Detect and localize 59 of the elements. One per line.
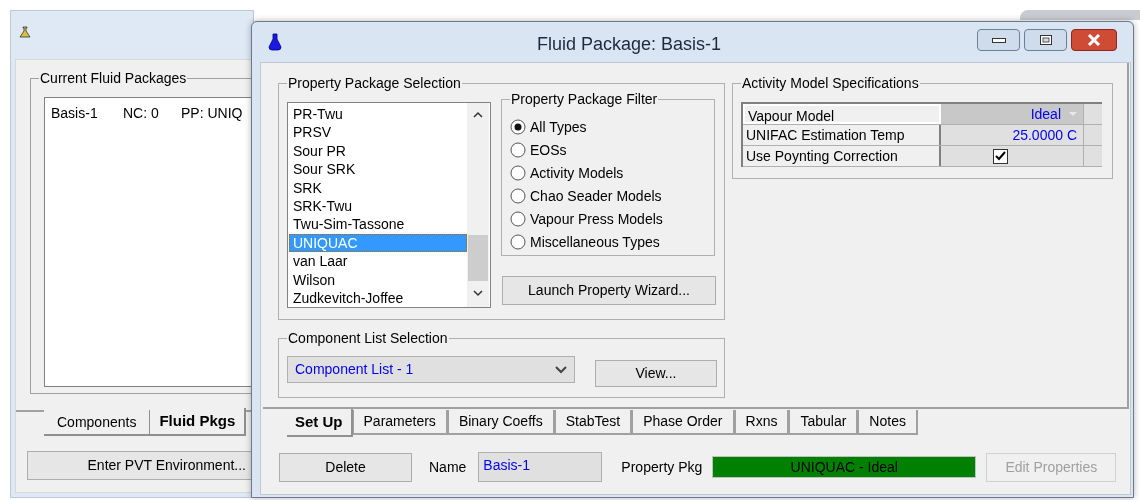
close-icon bbox=[1087, 34, 1101, 46]
window-title: Fluid Package: Basis-1 bbox=[537, 33, 722, 56]
tab[interactable]: Tabular bbox=[789, 410, 859, 435]
enter-pvt-environment-button[interactable]: Enter PVT Environment... bbox=[27, 451, 253, 480]
tab[interactable]: Components bbox=[44, 410, 151, 436]
list-cell-text: PP: UNIQ bbox=[181, 104, 244, 123]
list-cell-text: NC: 0 bbox=[123, 104, 160, 123]
caret-icon bbox=[1069, 112, 1077, 116]
tab[interactable]: Fluid Pkgs bbox=[150, 408, 247, 436]
maximize-icon bbox=[1039, 35, 1052, 45]
list-cell-text: Basis-1 bbox=[51, 104, 99, 123]
property-pkg-field: UNIQUAC - Ideal bbox=[712, 456, 977, 478]
chevron-down-icon bbox=[555, 365, 567, 374]
list-item[interactable]: Sour SRK bbox=[289, 160, 467, 179]
view-button[interactable]: View... bbox=[595, 360, 717, 387]
property-pkg-label: Property Pkg bbox=[621, 457, 703, 477]
property-label: Vapour Model bbox=[743, 104, 941, 124]
delete-button[interactable]: Delete bbox=[279, 452, 412, 482]
list-item[interactable]: PRSV bbox=[289, 123, 467, 142]
list-item[interactable]: Zudkevitch-Joffee bbox=[289, 288, 467, 308]
list-item[interactable]: Twu-Sim-Tassone bbox=[289, 215, 467, 234]
group-title: Property Package Selection bbox=[287, 74, 462, 92]
tab[interactable]: Parameters bbox=[352, 410, 448, 435]
value-field[interactable]: 25.0000 C bbox=[1012, 124, 1077, 146]
tab[interactable]: Rxns bbox=[734, 410, 790, 435]
list-item[interactable]: SRK-Twu bbox=[289, 196, 467, 216]
radio-option[interactable]: EOSs bbox=[510, 140, 663, 160]
property-label: UNIFAC Estimation Temp bbox=[743, 125, 941, 145]
list-item[interactable]: Sour PR bbox=[289, 141, 467, 161]
radio-option[interactable]: Miscellaneous Types bbox=[510, 232, 663, 252]
close-button[interactable] bbox=[1071, 29, 1117, 51]
maximize-button[interactable] bbox=[1024, 29, 1067, 51]
tab[interactable]: StabTest bbox=[554, 410, 633, 435]
list-item[interactable]: SRK bbox=[289, 178, 467, 197]
name-label: Name bbox=[429, 457, 467, 477]
property-label: Use Poynting Correction bbox=[743, 146, 941, 166]
radio-option[interactable]: All Types bbox=[510, 117, 663, 137]
flask-icon bbox=[19, 26, 31, 38]
group-title: Current Fluid Packages bbox=[39, 69, 188, 87]
group-title: Activity Model Specifications bbox=[741, 74, 920, 92]
radio-option[interactable]: Vapour Press Models bbox=[510, 209, 663, 229]
radio-option[interactable]: Chao Seader Models bbox=[510, 186, 663, 206]
tab[interactable]: Binary Coeffs bbox=[447, 410, 555, 435]
checkbox[interactable] bbox=[992, 148, 1008, 164]
tab[interactable]: Set Up bbox=[287, 409, 353, 437]
radio-option[interactable]: Activity Models bbox=[510, 163, 663, 183]
minimize-button[interactable] bbox=[977, 29, 1020, 51]
tab[interactable]: Notes bbox=[858, 410, 918, 435]
list-item[interactable]: PR-Twu bbox=[289, 105, 467, 124]
flask-icon bbox=[268, 33, 282, 51]
minimize-icon bbox=[991, 37, 1006, 43]
group-title: Component List Selection bbox=[287, 329, 449, 347]
tab[interactable]: Phase Order bbox=[632, 410, 735, 435]
list-item[interactable]: van Laar bbox=[289, 252, 467, 271]
component-list-dropdown[interactable]: Component List - 1 bbox=[287, 356, 575, 383]
group-title: Property Package Filter bbox=[510, 90, 659, 108]
launch-property-wizard-button[interactable]: Launch Property Wizard... bbox=[502, 276, 716, 305]
name-field[interactable]: Basis-1 bbox=[478, 452, 603, 482]
list-item[interactable]: Wilson bbox=[289, 270, 467, 289]
